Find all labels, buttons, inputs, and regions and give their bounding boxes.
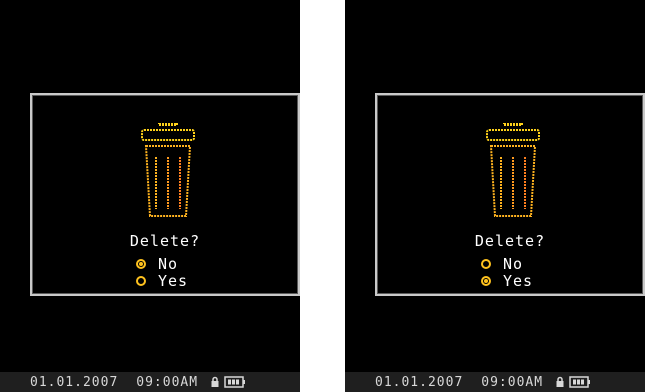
status-date: 01.01.2007	[30, 374, 119, 390]
option-no[interactable]: No	[481, 254, 591, 273]
radio-yes[interactable]	[481, 275, 491, 286]
delete-prompt: Delete?	[474, 232, 546, 250]
delete-options: No Yes	[481, 254, 591, 290]
delete-dialog: Delete? No Yes	[30, 93, 300, 296]
option-yes[interactable]: Yes	[481, 271, 591, 290]
delete-prompt: Delete?	[129, 232, 201, 250]
option-no[interactable]: No	[136, 254, 246, 273]
device-screen-right: Delete? No Yes 01.01.2007 09:00AM	[345, 0, 645, 392]
lock-icon	[556, 376, 564, 387]
option-no-label: No	[503, 254, 524, 273]
radio-no[interactable]	[481, 258, 491, 269]
option-yes[interactable]: Yes	[136, 271, 246, 290]
battery-icon	[569, 376, 591, 388]
trash-icon	[141, 123, 195, 217]
radio-yes[interactable]	[136, 275, 146, 286]
option-yes-label: Yes	[503, 271, 534, 290]
delete-dialog: Delete? No Yes	[375, 93, 645, 296]
status-time: 09:00AM	[481, 374, 544, 390]
status-bar: 01.01.2007 09:00AM	[0, 372, 300, 392]
battery-icon	[224, 376, 246, 388]
status-date: 01.01.2007	[375, 374, 464, 390]
delete-options: No Yes	[136, 254, 246, 290]
status-time: 09:00AM	[136, 374, 199, 390]
status-bar: 01.01.2007 09:00AM	[345, 372, 645, 392]
option-yes-label: Yes	[158, 271, 189, 290]
trash-icon	[486, 123, 540, 217]
lock-icon	[211, 376, 219, 387]
device-screen-left: Delete? No Yes 01.01.2007 09:00AM	[0, 0, 300, 392]
radio-no[interactable]	[136, 258, 146, 269]
option-no-label: No	[158, 254, 179, 273]
